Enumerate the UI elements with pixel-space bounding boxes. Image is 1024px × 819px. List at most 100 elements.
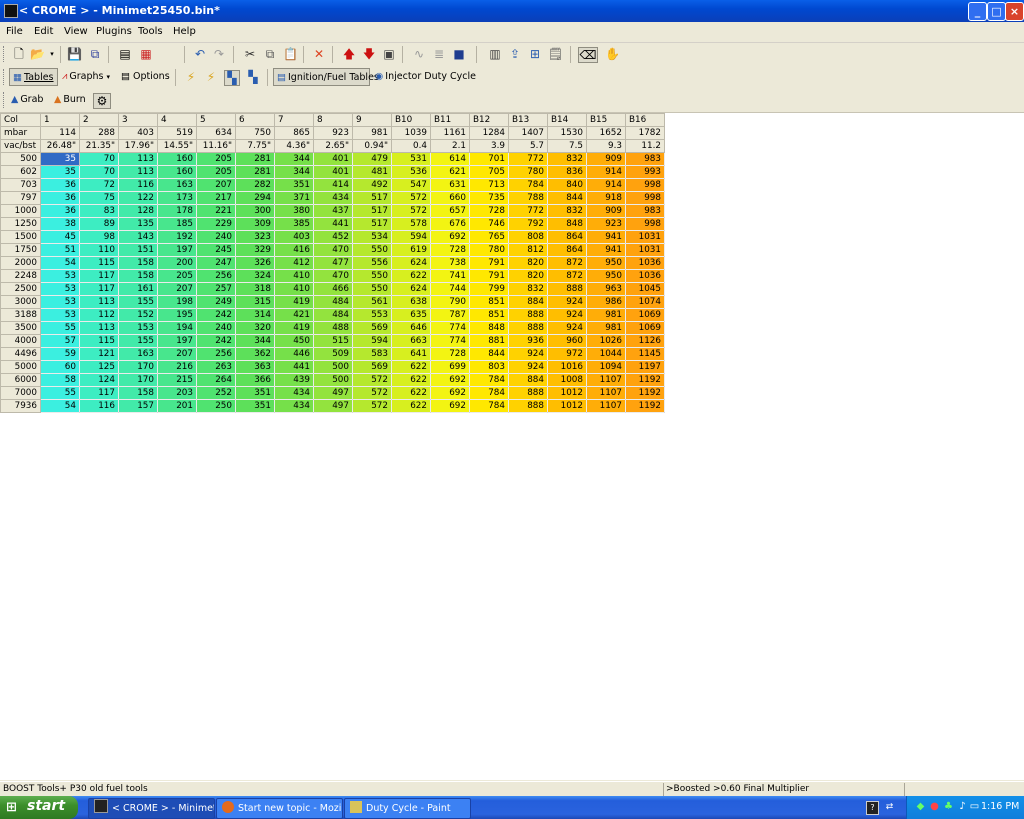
vacbst-value[interactable]: 11.2 [625, 139, 665, 153]
table-cell[interactable]: 692 [430, 399, 470, 413]
table-cell[interactable]: 848 [469, 321, 509, 335]
table-cell[interactable]: 998 [625, 178, 665, 192]
table-cell[interactable]: 950 [586, 256, 626, 270]
table-cell[interactable]: 207 [157, 282, 197, 296]
menu-edit[interactable]: Edit [34, 26, 53, 37]
table-cell[interactable]: 344 [235, 334, 275, 348]
open-folder-icon[interactable]: 📂 [30, 47, 45, 61]
monitor-icon[interactable]: ▭ [969, 801, 980, 813]
table-cell[interactable]: 983 [625, 204, 665, 218]
table-cell[interactable]: 217 [196, 191, 236, 205]
rpm-header[interactable]: 1750 [0, 243, 41, 257]
volume-icon[interactable]: ♪ [957, 801, 968, 813]
table-cell[interactable]: 631 [430, 178, 470, 192]
table-cell[interactable]: 998 [625, 191, 665, 205]
task-crome[interactable]: < CROME > - Minimet... [88, 798, 215, 819]
table-cell[interactable]: 692 [430, 230, 470, 244]
table-cell[interactable]: 705 [469, 165, 509, 179]
table-cell[interactable]: 170 [118, 373, 158, 387]
mbar-value[interactable]: 1530 [547, 126, 587, 140]
table-cell[interactable]: 113 [79, 321, 119, 335]
close-button[interactable]: × [1005, 2, 1024, 21]
table-cell[interactable]: 515 [313, 334, 353, 348]
table-cell[interactable]: 318 [235, 282, 275, 296]
table-cell[interactable]: 153 [118, 321, 158, 335]
options-button[interactable]: ▤ Options [120, 68, 170, 86]
table-cell[interactable]: 53 [40, 295, 80, 309]
table-cell[interactable]: 481 [352, 165, 392, 179]
table-cell[interactable]: 738 [430, 256, 470, 270]
table-cell[interactable]: 641 [391, 347, 431, 361]
table-cell[interactable]: 941 [586, 243, 626, 257]
table-cell[interactable]: 257 [196, 282, 236, 296]
table-cell[interactable]: 728 [469, 204, 509, 218]
table-cell[interactable]: 550 [352, 282, 392, 296]
table-cell[interactable]: 36 [40, 178, 80, 192]
table-cell[interactable]: 197 [157, 243, 197, 257]
table-cell[interactable]: 517 [352, 191, 392, 205]
mbar-value[interactable]: 923 [313, 126, 353, 140]
table-cell[interactable]: 143 [118, 230, 158, 244]
table-cell[interactable]: 572 [391, 191, 431, 205]
new-file-icon[interactable]: 🗋 [12, 47, 26, 61]
table-cell[interactable]: 70 [79, 152, 119, 166]
ignition-fuel-tables-button[interactable]: ▤ Ignition/Fuel Tables [273, 68, 379, 86]
table-cell[interactable]: 772 [508, 152, 548, 166]
table-cell[interactable]: 746 [469, 217, 509, 231]
table-cell[interactable]: 780 [508, 165, 548, 179]
table-cell[interactable]: 419 [274, 321, 314, 335]
table-cell[interactable]: 371 [274, 191, 314, 205]
table-cell[interactable]: 437 [313, 204, 353, 218]
toolbar-grip[interactable] [3, 46, 7, 62]
open-dropdown-icon[interactable]: ▾ [45, 47, 59, 61]
table-cell[interactable]: 410 [274, 269, 314, 283]
interpolate-icon[interactable]: ≣ [432, 47, 446, 61]
table-cell[interactable]: 157 [118, 399, 158, 413]
table-cell[interactable]: 446 [274, 347, 314, 361]
table-cell[interactable]: 534 [352, 230, 392, 244]
table-cell[interactable]: 70 [79, 165, 119, 179]
table-cell[interactable]: 205 [157, 269, 197, 283]
table-cell[interactable]: 784 [469, 373, 509, 387]
table-cell[interactable]: 45 [40, 230, 80, 244]
vacbst-value[interactable]: 0.4 [391, 139, 431, 153]
rpm-header[interactable]: 3500 [0, 321, 41, 335]
table-cell[interactable]: 998 [625, 217, 665, 231]
table-cell[interactable]: 314 [235, 308, 275, 322]
rpm-header[interactable]: 6000 [0, 373, 41, 387]
table-cell[interactable]: 692 [430, 386, 470, 400]
table-cell[interactable]: 281 [235, 152, 275, 166]
table-cell[interactable]: 784 [469, 399, 509, 413]
table-cell[interactable]: 1016 [547, 360, 587, 374]
table-cell[interactable]: 832 [508, 282, 548, 296]
table-cell[interactable]: 1031 [625, 243, 665, 257]
table-cell[interactable]: 185 [157, 217, 197, 231]
vacbst-value[interactable]: 26.48" [40, 139, 80, 153]
table-cell[interactable]: 263 [196, 360, 236, 374]
table-cell[interactable]: 492 [352, 178, 392, 192]
column-header[interactable]: B10 [391, 113, 431, 127]
table-cell[interactable]: 323 [235, 230, 275, 244]
column-header[interactable]: B12 [469, 113, 509, 127]
table-cell[interactable]: 872 [547, 269, 587, 283]
menu-file[interactable]: File [6, 26, 23, 37]
mbar-value[interactable]: 750 [235, 126, 275, 140]
set-value-icon[interactable]: ▣ [382, 47, 396, 61]
table-cell[interactable]: 622 [391, 386, 431, 400]
table-cell[interactable]: 113 [79, 295, 119, 309]
vacbst-value[interactable]: 7.5 [547, 139, 587, 153]
table-cell[interactable]: 160 [157, 152, 197, 166]
mbar-value[interactable]: 634 [196, 126, 236, 140]
maximize-button[interactable]: □ [987, 2, 1006, 21]
table-cell[interactable]: 158 [118, 256, 158, 270]
fuel-table-grid[interactable]: Col 1 2 3 4 5 6 7 8 9 B10 B11 B12 B13 B14 B15 B16 mbar 114… [0, 113, 1024, 780]
table-cell[interactable]: 888 [547, 282, 587, 296]
task-mozilla[interactable]: Start new topic - Mozi... [216, 798, 343, 819]
table-cell[interactable]: 207 [157, 347, 197, 361]
table-cell[interactable]: 1107 [586, 373, 626, 387]
table-cell[interactable]: 250 [196, 399, 236, 413]
table-cell[interactable]: 972 [547, 347, 587, 361]
table-cell[interactable]: 622 [391, 360, 431, 374]
table-cell[interactable]: 986 [586, 295, 626, 309]
mbar-value[interactable]: 1782 [625, 126, 665, 140]
